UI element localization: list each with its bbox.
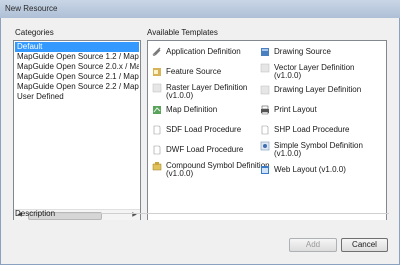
drawing-source-icon: [261, 48, 269, 56]
map-definition-icon: [153, 106, 161, 114]
template-label: SDF Load Procedure: [166, 125, 242, 134]
compound-symbol-icon: [152, 162, 162, 171]
template-label: Drawing Layer Definition: [274, 85, 362, 94]
raster-layer-icon: [152, 83, 162, 93]
category-item[interactable]: MapGuide Open Source 2.1 / MapGuide: [15, 72, 139, 82]
categories-list[interactable]: Default MapGuide Open Source 1.2 / MapGu…: [13, 40, 141, 222]
template-version: (v1.0.0): [274, 149, 302, 158]
category-item[interactable]: MapGuide Open Source 2.2 / MapGuide: [15, 82, 139, 92]
template-version: (v1.0.0): [166, 169, 194, 178]
dialog-body: Categories Available Templates Default M…: [0, 18, 400, 265]
category-item-default[interactable]: Default: [15, 42, 139, 52]
drawing-layer-icon: [260, 85, 270, 95]
window-title: New Resource: [5, 4, 58, 13]
new-resource-dialog: New Resource Categories Available Templa…: [0, 0, 400, 265]
description-text: [13, 220, 387, 233]
dwf-load-icon: [153, 145, 161, 155]
template-label: SHP Load Procedure: [274, 125, 350, 134]
template-version: (v1.0.0): [166, 91, 194, 100]
category-item[interactable]: MapGuide Open Source 1.2 / MapGuide: [15, 52, 139, 62]
vector-layer-icon: [260, 63, 270, 73]
add-button[interactable]: Add: [289, 238, 337, 252]
feature-source-icon: [153, 68, 161, 76]
template-label: Application Definition: [166, 47, 241, 56]
template-label: Print Layout: [274, 105, 317, 114]
description-divider: [59, 213, 389, 214]
available-templates-label: Available Templates: [147, 28, 218, 37]
application-definition-icon: [152, 47, 161, 56]
template-label: Feature Source: [166, 67, 222, 76]
print-layout-icon: [261, 105, 269, 115]
template-label: Map Definition: [166, 105, 218, 114]
title-bar[interactable]: New Resource: [0, 0, 400, 19]
categories-label: Categories: [15, 28, 54, 37]
shp-load-icon: [261, 125, 269, 135]
category-item[interactable]: MapGuide Open Source 2.0.x / MapGuide: [15, 62, 139, 72]
cancel-button[interactable]: Cancel: [341, 238, 388, 252]
template-label: Web Layout (v1.0.0): [274, 165, 346, 174]
templates-list[interactable]: Application Definition Drawing Source Fe…: [147, 40, 387, 222]
sdf-load-icon: [153, 125, 161, 135]
web-layout-icon: [261, 166, 269, 174]
simple-symbol-icon: [260, 141, 270, 151]
template-label: DWF Load Procedure: [166, 145, 244, 154]
description-label: Description: [15, 209, 56, 218]
category-item-user-defined[interactable]: User Defined: [15, 92, 139, 102]
template-version: (v1.0.0): [274, 71, 302, 80]
template-label: Drawing Source: [274, 47, 331, 56]
